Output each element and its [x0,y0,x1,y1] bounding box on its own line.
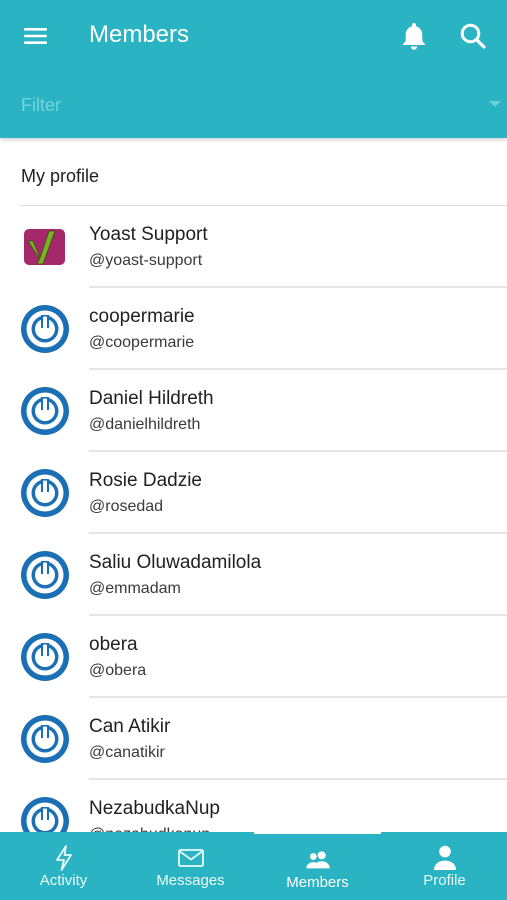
member-name: NezabudkaNup [89,798,220,819]
person-icon [431,844,459,872]
active-tab-indicator [254,832,381,834]
member-handle: @nezabudkanup [89,825,210,832]
power-icon [20,468,70,518]
filter-placeholder: Filter [21,95,61,115]
app-bar: Members Filter [0,0,507,138]
search-button[interactable] [456,18,490,54]
member-list-item[interactable]: Yoast Support @yoast-support [0,206,507,288]
member-handle: @yoast-support [89,252,203,269]
member-list-item[interactable]: Saliu Oluwadamilola @emmadam [0,534,507,616]
member-name: Can Atikir [89,716,171,737]
my-profile-label: My profile [21,166,100,186]
envelope-icon [177,844,205,872]
tab-messages-label: Messages [156,872,225,889]
tab-profile[interactable]: Profile [381,832,507,900]
member-list[interactable]: Yoast Support @yoast-support coopermarie @c… [0,206,507,832]
tab-messages[interactable]: Messages [127,832,254,900]
power-icon [20,550,70,600]
member-list-item[interactable]: Daniel Hildreth @danielhildreth [0,370,507,452]
caret-down-icon [489,101,501,107]
member-list-item[interactable]: obera @obera [0,616,507,698]
power-icon [20,796,70,832]
member-handle: @canatikir [89,744,165,761]
tab-activity-label: Activity [39,872,88,889]
page-title: Members [89,21,190,48]
people-icon [304,846,332,874]
member-handle: @obera [89,662,147,679]
tab-activity[interactable]: Activity [0,832,127,900]
tab-members-label: Members [286,874,349,891]
menu-button[interactable] [20,20,52,52]
member-list-item[interactable]: coopermarie @coopermarie [0,288,507,370]
tab-members[interactable]: Members [254,832,381,900]
member-name: obera [89,634,138,655]
bottom-tab-bar: Activity Messages Members Profile [0,832,507,900]
member-list-item[interactable]: NezabudkaNup @nezabudkanup [0,780,507,832]
tab-profile-label: Profile [423,872,466,889]
member-list-item[interactable]: Rosie Dadzie @rosedad [0,452,507,534]
yoast-logo-avatar [20,222,70,272]
member-list-item[interactable]: Can Atikir @canatikir [0,698,507,780]
member-name: Rosie Dadzie [89,470,202,491]
member-handle: @emmadam [89,580,181,597]
member-name: Daniel Hildreth [89,388,214,409]
search-icon [460,23,486,49]
member-handle: @danielhildreth [89,416,201,433]
notifications-button[interactable] [398,18,430,54]
power-icon [20,386,70,436]
member-name: Yoast Support [89,224,208,245]
member-handle: @coopermarie [89,334,195,351]
lightning-icon [50,844,78,872]
member-name: Saliu Oluwadamilola [89,552,262,573]
bell-icon [403,23,425,50]
hamburger-icon [24,28,47,44]
power-icon [20,714,70,764]
member-handle: @rosedad [89,498,164,515]
power-icon [20,632,70,682]
power-icon [20,304,70,354]
my-profile-row[interactable]: My profile [0,138,507,206]
filter-dropdown[interactable]: Filter [0,84,507,126]
member-name: coopermarie [89,306,195,327]
